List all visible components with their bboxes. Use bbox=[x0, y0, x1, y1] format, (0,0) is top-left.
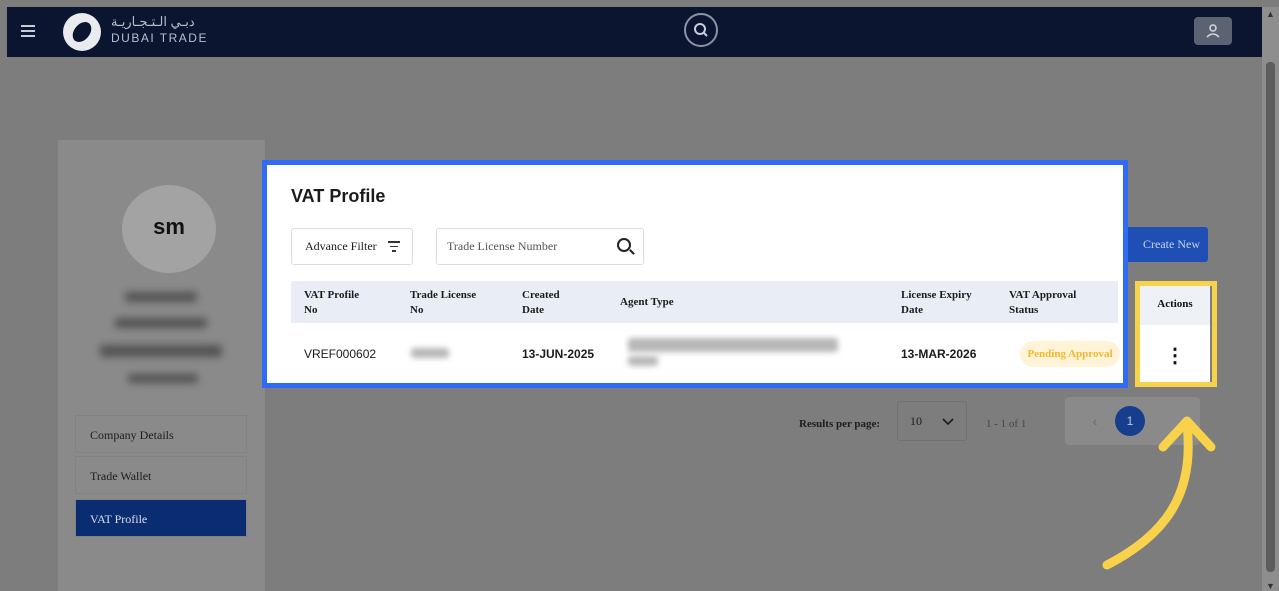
results-per-page-value: 10 bbox=[910, 414, 922, 428]
annotation-arrow-icon bbox=[1102, 416, 1216, 570]
column-header-vat-profile-no: VAT Profile No bbox=[304, 289, 360, 316]
search-input[interactable] bbox=[447, 229, 607, 264]
blurred-agent-type-cell bbox=[628, 356, 658, 366]
user-account-button[interactable] bbox=[1194, 17, 1232, 45]
blurred-trade-license-cell bbox=[411, 348, 449, 358]
table-row[interactable]: VREF000602 13-JUN-2025 13-MAR-2026 Pendi… bbox=[291, 332, 1120, 376]
column-header-vat-approval-status: VAT Approval Status bbox=[1009, 289, 1077, 316]
advance-filter-label: Advance Filter bbox=[305, 239, 377, 253]
dubai-trade-logo-icon[interactable] bbox=[63, 13, 101, 51]
license-expiry-date-cell: 13-MAR-2026 bbox=[901, 347, 977, 361]
chevron-down-icon bbox=[942, 418, 954, 426]
search-icon[interactable] bbox=[617, 238, 631, 252]
vat-profile-card: VAT Profile Advance Filter VAT ProfileNo… bbox=[262, 160, 1128, 388]
table-header: VAT Profile No Trade License No Created Dat… bbox=[291, 281, 1118, 323]
scroll-down-icon[interactable]: ▼ bbox=[1266, 581, 1275, 591]
sidebar-item-company-details[interactable]: Company Details bbox=[75, 415, 247, 453]
column-header-license-expiry-date: License Expiry Date bbox=[901, 289, 972, 316]
column-header-agent-type: Agent Type bbox=[620, 296, 674, 308]
column-header-created-date: Created Date bbox=[522, 289, 560, 316]
sidebar-item-trade-wallet[interactable]: Trade Wallet bbox=[75, 456, 247, 494]
blurred-company-name bbox=[100, 345, 222, 357]
status-badge: Pending Approval bbox=[1020, 341, 1120, 367]
scroll-up-icon[interactable]: ▲ bbox=[1266, 9, 1275, 19]
created-date-cell: 13-JUN-2025 bbox=[522, 347, 595, 361]
avatar: sm bbox=[122, 185, 216, 273]
trade-license-search[interactable] bbox=[436, 228, 644, 265]
scroll-thumb[interactable] bbox=[1266, 62, 1275, 572]
results-per-page-select[interactable]: 10 bbox=[897, 401, 967, 441]
actions-highlight-box bbox=[1135, 281, 1217, 387]
column-header-trade-license-no: Trade License No bbox=[410, 289, 477, 316]
page-title: VAT Profile bbox=[291, 186, 386, 206]
blurred-account-id bbox=[128, 374, 198, 383]
global-search-icon[interactable] bbox=[684, 13, 718, 47]
logo-text-arabic: دبـي الـتـجـاريـة bbox=[111, 14, 195, 29]
blurred-agent-type-cell bbox=[628, 338, 838, 352]
page-scrollbar[interactable]: ▲ ▼ bbox=[1262, 7, 1279, 591]
vat-profile-no-cell: VREF000602 bbox=[304, 347, 377, 361]
blurred-company-name bbox=[125, 292, 197, 302]
hamburger-menu-icon[interactable] bbox=[21, 25, 35, 37]
sidebar-item-vat-profile[interactable]: VAT Profile bbox=[75, 499, 247, 537]
blurred-company-name bbox=[115, 318, 207, 328]
logo-text-english: DUBAI TRADE bbox=[111, 31, 208, 45]
filter-icon bbox=[388, 241, 400, 252]
top-navbar: دبـي الـتـجـاريـة DUBAI TRADE bbox=[7, 7, 1262, 57]
results-per-page-label: Results per page: bbox=[799, 418, 881, 430]
advance-filter-button[interactable]: Advance Filter bbox=[291, 228, 413, 265]
pagination-range: 1 - 1 of 1 bbox=[986, 418, 1027, 430]
